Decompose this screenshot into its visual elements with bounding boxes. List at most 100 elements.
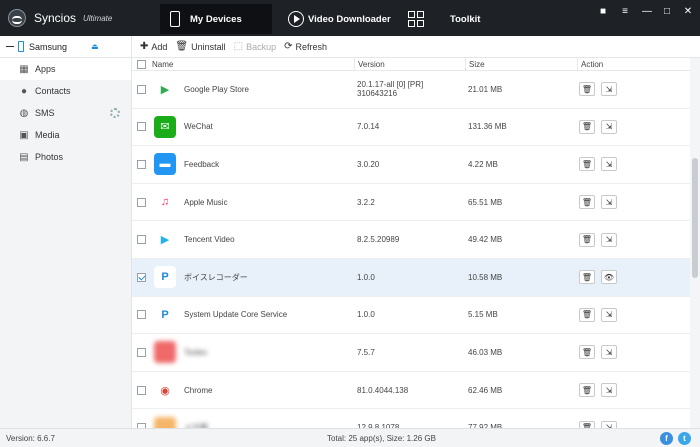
scrollbar[interactable]	[690, 58, 700, 428]
table-row[interactable]: P ボイスレコーダー 1.0.0 10.58 MB 🗑 👁	[132, 258, 690, 297]
export-app-button[interactable]: ⇲	[601, 157, 617, 172]
table-row[interactable]: ◉ Chrome 81.0.4044.138 62.46 MB 🗑 ⇲	[132, 372, 690, 410]
select-all-checkbox[interactable]	[137, 59, 146, 69]
row-actions: 🗑 ⇲	[577, 82, 617, 97]
header-name[interactable]: Name	[152, 60, 354, 69]
title-bar: Syncios Ultimate My Devices Video Downlo…	[0, 0, 700, 36]
tab-toolkit[interactable]: Toolkit	[402, 4, 492, 34]
app-version: 7.5.7	[357, 347, 375, 357]
app-size: 49.42 MB	[468, 235, 503, 245]
row-actions: 🗑 ⇲	[577, 345, 617, 360]
device-selector[interactable]: Samsung ⏏	[0, 36, 131, 58]
table-row[interactable]: Toolex 7.5.7 46.03 MB 🗑 ⇲	[132, 334, 690, 372]
scrollbar-thumb[interactable]	[692, 158, 698, 278]
row-actions: 🗑 ⇲	[577, 307, 617, 322]
export-app-button[interactable]: ⇲	[601, 232, 617, 247]
app-version: 1.0.0	[357, 310, 375, 320]
table-row[interactable]: ▶ Tencent Video 8.2.5.20989 49.42 MB 🗑 ⇲	[132, 221, 690, 259]
add-button[interactable]: ✚ Add	[140, 41, 167, 52]
app-version: 7.0.14	[357, 122, 380, 132]
table-row[interactable]: ✉ WeChat 7.0.14 131.36 MB 🗑 ⇲	[132, 109, 690, 147]
app-name: Syncios	[34, 11, 77, 25]
table-row[interactable]: P System Update Core Service 1.0.0 5.15 MB 🗑…	[132, 297, 690, 335]
header-action: Action	[577, 58, 677, 71]
close-button[interactable]: ✕	[681, 6, 695, 17]
table-row[interactable]: メモ帳 12.9.8.1078 77.92 MB 🗑 ⇲	[132, 409, 690, 428]
sidebar-item-photos[interactable]: ▤ Photos	[0, 146, 131, 168]
delete-app-button[interactable]: 🗑	[579, 345, 595, 360]
row-checkbox[interactable]	[137, 310, 146, 320]
row-checkbox[interactable]	[137, 122, 146, 132]
delete-app-button[interactable]: 🗑	[579, 420, 595, 428]
row-checkbox[interactable]	[137, 385, 146, 395]
export-app-button[interactable]: ⇲	[601, 420, 617, 428]
app-version: 20.1.17-all [0] [PR] 310643216	[357, 80, 424, 99]
row-checkbox[interactable]	[137, 159, 146, 169]
row-actions: 🗑 ⇲	[577, 195, 617, 210]
add-label: Add	[151, 41, 168, 52]
table-body: ▶ Google Play Store 20.1.17-all [0] [PR] 3…	[132, 71, 690, 428]
twitter-icon[interactable]: t	[678, 432, 691, 445]
app-size: 46.03 MB	[468, 347, 503, 357]
app-icon: ✉	[154, 115, 176, 138]
media-icon: ▣	[19, 129, 29, 141]
header-version[interactable]: Version	[354, 58, 465, 71]
view-app-button[interactable]: 👁	[601, 270, 617, 285]
export-app-button[interactable]: ⇲	[601, 119, 617, 134]
row-checkbox[interactable]	[137, 272, 146, 282]
delete-app-button[interactable]: 🗑	[579, 195, 595, 210]
uninstall-button[interactable]: 🗑 Uninstall	[175, 41, 225, 52]
minimize-button[interactable]: —	[640, 6, 654, 17]
delete-app-button[interactable]: 🗑	[579, 82, 595, 97]
delete-app-button[interactable]: 🗑	[579, 270, 595, 285]
delete-app-button[interactable]: 🗑	[579, 119, 595, 134]
export-app-button[interactable]: ⇲	[601, 195, 617, 210]
app-size: 10.58 MB	[468, 272, 503, 282]
export-app-button[interactable]: ⇲	[601, 383, 617, 398]
sidebar-item-contacts[interactable]: ● Contacts	[0, 80, 131, 102]
refresh-button[interactable]: ⟳ Refresh	[284, 41, 327, 52]
export-app-button[interactable]: ⇲	[601, 345, 617, 360]
grid-icon: ▦	[19, 63, 29, 75]
sidebar-item-apps[interactable]: ▦ Apps	[0, 58, 131, 80]
app-size: 65.51 MB	[468, 197, 503, 207]
row-checkbox[interactable]	[137, 235, 146, 245]
row-checkbox[interactable]	[137, 84, 146, 94]
export-app-button[interactable]: ⇲	[601, 307, 617, 322]
sidebar-item-label: Photos	[35, 152, 64, 162]
sidebar-item-label: Apps	[35, 64, 56, 74]
facebook-icon[interactable]: f	[660, 432, 673, 445]
app-name: WeChat	[184, 122, 213, 132]
app-name: Apple Music	[184, 197, 228, 207]
toolkit-grid-icon	[408, 11, 424, 27]
tab-my-devices[interactable]: My Devices	[160, 4, 272, 34]
sidebar-item-sms[interactable]: ◍ SMS	[0, 102, 131, 124]
menu-icon[interactable]: ≡	[618, 6, 632, 17]
export-app-button[interactable]: ⇲	[601, 82, 617, 97]
sidebar-item-label: SMS	[35, 108, 55, 118]
row-checkbox[interactable]	[137, 197, 146, 207]
eject-icon[interactable]: ⏏	[91, 42, 99, 51]
backup-button[interactable]: ⬚ Backup	[234, 41, 276, 52]
app-name: Chrome	[184, 385, 213, 395]
tab-my-devices-label: My Devices	[190, 13, 242, 25]
sidebar-item-media[interactable]: ▣ Media	[0, 124, 131, 146]
table-row[interactable]: ♫ Apple Music 3.2.2 65.51 MB 🗑 ⇲	[132, 184, 690, 222]
collapse-icon[interactable]	[6, 45, 14, 48]
header-size[interactable]: Size	[465, 58, 577, 71]
chat-icon[interactable]: ■	[596, 6, 610, 17]
delete-app-button[interactable]: 🗑	[579, 232, 595, 247]
uninstall-label: Uninstall	[191, 41, 226, 52]
delete-app-button[interactable]: 🗑	[579, 157, 595, 172]
delete-app-button[interactable]: 🗑	[579, 307, 595, 322]
app-name: Tencent Video	[184, 235, 235, 245]
maximize-button[interactable]: □	[660, 6, 674, 17]
tab-video-downloader[interactable]: Video Downloader	[280, 4, 400, 34]
table-row[interactable]: ▬ Feedback 3.0.20 4.22 MB 🗑 ⇲	[132, 146, 690, 184]
row-actions: 🗑 ⇲	[577, 383, 617, 398]
app-version: 1.0.0	[357, 272, 375, 282]
app-version: 8.2.5.20989	[357, 235, 400, 245]
delete-app-button[interactable]: 🗑	[579, 383, 595, 398]
row-checkbox[interactable]	[137, 347, 146, 357]
table-row[interactable]: ▶ Google Play Store 20.1.17-all [0] [PR] 3…	[132, 71, 690, 109]
